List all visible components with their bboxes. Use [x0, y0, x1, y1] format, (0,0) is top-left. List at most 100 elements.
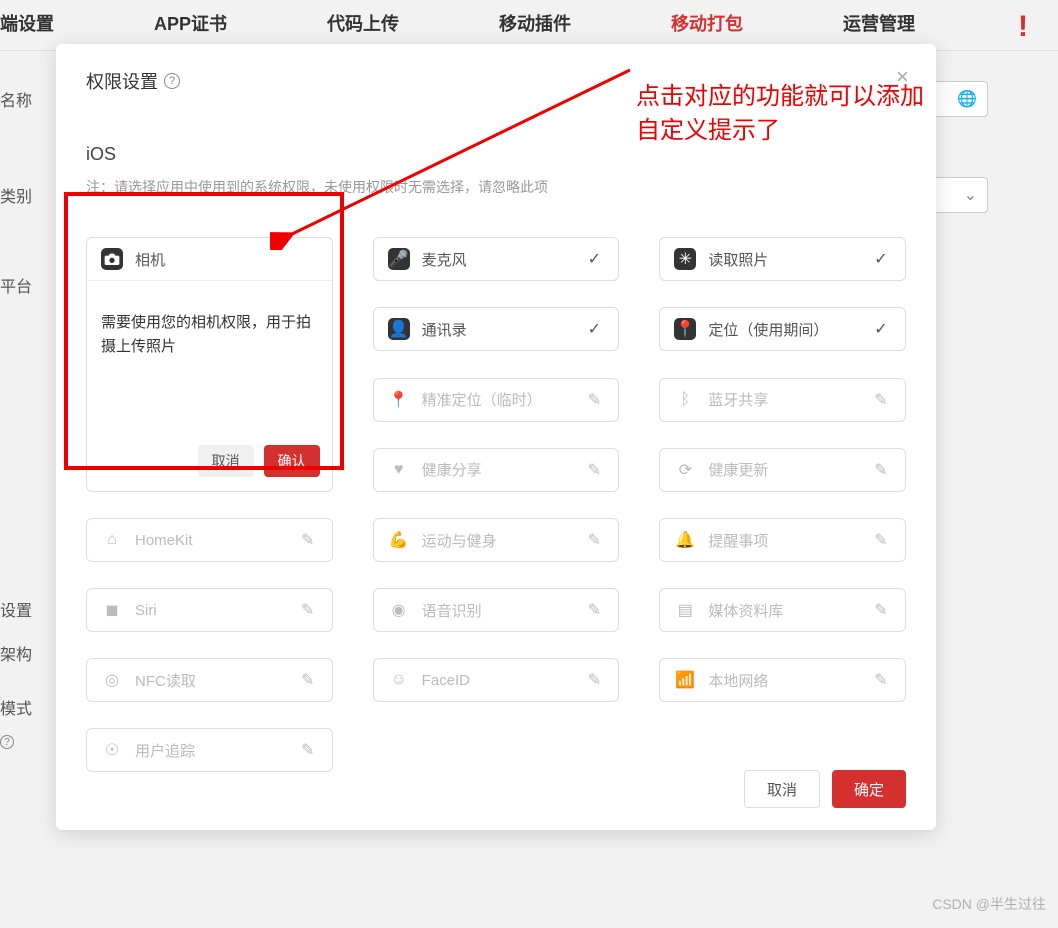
perm-label: 精准定位（临时）: [422, 389, 573, 410]
pencil-icon: ✎: [584, 670, 604, 690]
label-category: 类别: [0, 183, 60, 207]
modal-footer: 取消 确定: [744, 770, 906, 808]
tab-plugin[interactable]: 移动插件: [499, 10, 571, 36]
pencil-icon: ✎: [298, 530, 318, 550]
watermark: CSDN @半生过往: [932, 894, 1046, 914]
perm-homekit[interactable]: ⌂ HomeKit ✎: [86, 518, 333, 562]
siri-icon: ◼: [101, 599, 123, 621]
tab-ops[interactable]: 运营管理: [843, 10, 915, 36]
pencil-icon: ✎: [584, 390, 604, 410]
bluetooth-icon: ᛒ: [674, 389, 696, 411]
perm-label: 媒体资料库: [708, 600, 859, 621]
inline-confirm-button[interactable]: 确认: [264, 445, 320, 477]
globe-icon: 🌐: [957, 89, 977, 109]
pencil-icon: ✎: [298, 670, 318, 690]
photos-icon: ✳: [674, 248, 696, 270]
perm-label: 语音识别: [422, 600, 573, 621]
perm-tracking[interactable]: ☉ 用户追踪 ✎: [86, 728, 333, 772]
permissions-grid: 相机 需要使用您的相机权限，用于拍摄上传照片 取消 确认 🎤 麦克风 ✓ ✳ 读…: [86, 237, 906, 772]
check-icon: ✓: [871, 319, 891, 339]
check-icon: ✓: [871, 249, 891, 269]
perm-label: 本地网络: [708, 670, 859, 691]
arm-icon: 💪: [388, 529, 410, 551]
perm-label: 麦克风: [422, 249, 573, 270]
pin-icon: 📍: [674, 318, 696, 340]
perm-faceid[interactable]: ☺ FaceID ✎: [373, 658, 620, 702]
perm-label: 运动与健身: [422, 530, 573, 551]
modal-cancel-button[interactable]: 取消: [744, 770, 820, 808]
perm-health-update[interactable]: ⟳ 健康更新 ✎: [659, 448, 906, 492]
perm-nfc[interactable]: ◎ NFC读取 ✎: [86, 658, 333, 702]
perm-microphone[interactable]: 🎤 麦克风 ✓: [373, 237, 620, 281]
perm-reminders[interactable]: 🔔 提醒事项 ✎: [659, 518, 906, 562]
permission-modal: 权限设置 ? × iOS 注：请选择应用中使用到的系统权限，未使用权限时无需选择…: [56, 44, 936, 830]
perm-photos[interactable]: ✳ 读取照片 ✓: [659, 237, 906, 281]
perm-label: 相机: [135, 249, 318, 270]
perm-label: FaceID: [422, 672, 573, 689]
perm-label: 健康更新: [708, 459, 859, 480]
pencil-icon: ✎: [871, 460, 891, 480]
perm-motion[interactable]: 💪 运动与健身 ✎: [373, 518, 620, 562]
pencil-icon: ✎: [584, 600, 604, 620]
inline-cancel-button[interactable]: 取消: [198, 445, 254, 477]
perm-label: Siri: [135, 602, 286, 619]
label-settings: 设置: [0, 597, 60, 621]
perm-label: 健康分享: [422, 459, 573, 480]
pin-icon: 📍: [388, 389, 410, 411]
pencil-icon: ✎: [871, 600, 891, 620]
perm-camera-desc[interactable]: 需要使用您的相机权限，用于拍摄上传照片: [87, 293, 332, 423]
refresh-icon: ⟳: [674, 459, 696, 481]
alert-icon: !: [1018, 10, 1028, 44]
modal-confirm-button[interactable]: 确定: [832, 770, 906, 808]
perm-label: 提醒事项: [708, 530, 859, 551]
media-icon: ▤: [674, 599, 696, 621]
tab-upload[interactable]: 代码上传: [327, 10, 399, 36]
perm-speech[interactable]: ◉ 语音识别 ✎: [373, 588, 620, 632]
tab-package[interactable]: 移动打包: [671, 10, 743, 36]
perm-local-network[interactable]: 📶 本地网络 ✎: [659, 658, 906, 702]
perm-label: 通讯录: [422, 319, 573, 340]
pencil-icon: ✎: [298, 600, 318, 620]
perm-label: 定位（使用期间）: [708, 319, 859, 340]
perm-siri[interactable]: ◼ Siri ✎: [86, 588, 333, 632]
perm-health-share[interactable]: ♥ 健康分享 ✎: [373, 448, 620, 492]
nfc-icon: ◎: [101, 669, 123, 691]
check-icon: ✓: [584, 249, 604, 269]
perm-media[interactable]: ▤ 媒体资料库 ✎: [659, 588, 906, 632]
pencil-icon: ✎: [584, 530, 604, 550]
note-text: 注：请选择应用中使用到的系统权限，未使用权限时无需选择，请忽略此项: [86, 177, 906, 197]
pencil-icon: ✎: [871, 670, 891, 690]
help-icon[interactable]: ?: [164, 73, 180, 89]
help-icon[interactable]: ?: [0, 735, 14, 749]
tab-terminal[interactable]: 端设置: [0, 10, 54, 36]
microphone-icon: 🎤: [388, 248, 410, 270]
wifi-icon: 📶: [674, 669, 696, 691]
pencil-icon: ✎: [584, 460, 604, 480]
person-icon: ☉: [101, 739, 123, 761]
face-icon: ☺: [388, 669, 410, 691]
chevron-down-icon: ⌄: [964, 185, 977, 205]
label-arch: 架构: [0, 641, 60, 665]
perm-label: 用户追踪: [135, 740, 286, 761]
perm-contacts[interactable]: 👤 通讯录 ✓: [373, 307, 620, 351]
perm-precise-location[interactable]: 📍 精准定位（临时） ✎: [373, 378, 620, 422]
wave-icon: ◉: [388, 599, 410, 621]
perm-location[interactable]: 📍 定位（使用期间） ✓: [659, 307, 906, 351]
contacts-icon: 👤: [388, 318, 410, 340]
pencil-icon: ✎: [871, 530, 891, 550]
home-icon: ⌂: [101, 529, 123, 551]
perm-label: 蓝牙共享: [708, 389, 859, 410]
perm-label: HomeKit: [135, 532, 286, 549]
tab-cert[interactable]: APP证书: [154, 10, 227, 36]
heart-icon: ♥: [388, 459, 410, 481]
perm-label: 读取照片: [708, 249, 859, 270]
check-icon: ✓: [584, 319, 604, 339]
bell-icon: 🔔: [674, 529, 696, 551]
label-platform: 平台: [0, 273, 60, 297]
perm-camera[interactable]: 相机 需要使用您的相机权限，用于拍摄上传照片 取消 确认: [86, 237, 333, 492]
camera-icon: [101, 248, 123, 270]
perm-bluetooth[interactable]: ᛒ 蓝牙共享 ✎: [659, 378, 906, 422]
label-mode: 模式: [0, 695, 60, 719]
label-name: 名称: [0, 87, 60, 111]
pencil-icon: ✎: [298, 740, 318, 760]
